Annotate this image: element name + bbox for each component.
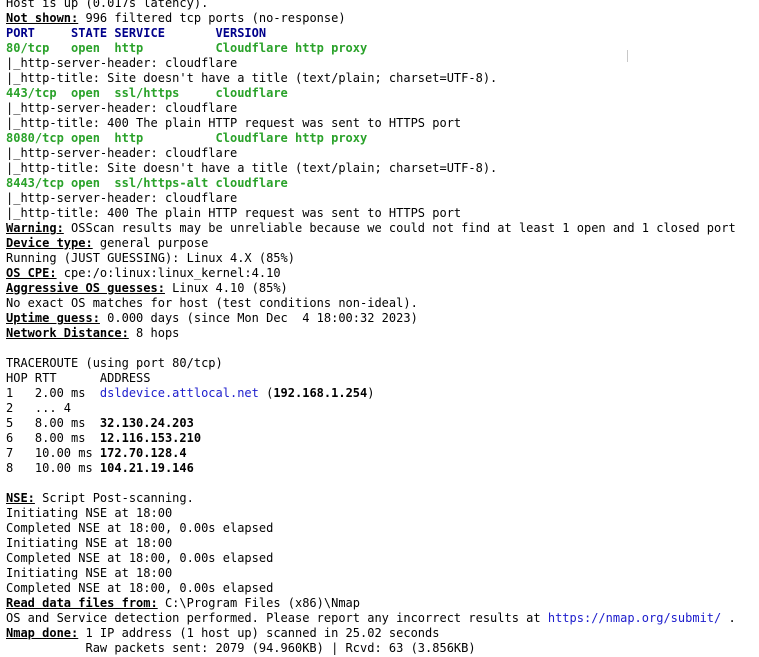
running-line: Running (JUST GUESSING): Linux 4.X (85%) [6, 251, 295, 265]
traceroute-hop: 8 10.00 ms 104.21.19.146 [6, 461, 194, 475]
traceroute-hop: 6 8.00 ms 12.116.153.210 [6, 431, 202, 445]
script-output-line: |_http-title: 400 The plain HTTP request… [6, 206, 462, 220]
nmap-done-label: Nmap done: [6, 626, 79, 640]
port-8443-row: 8443/tcp open ssl/https-alt cloudflare [6, 176, 288, 190]
os-detection-line: OS and Service detection performed. Plea… [6, 611, 736, 625]
nmap-submit-link[interactable]: https://nmap.org/submit/ [548, 611, 721, 625]
nse-status-line: Completed NSE at 18:00, 0.00s elapsed [6, 521, 274, 535]
network-distance-line: Network Distance: 8 hops [6, 326, 180, 340]
script-output-line: |_http-title: Site doesn't have a title … [6, 71, 498, 85]
hop-ip: 172.70.128.4 [99, 446, 187, 460]
script-output-line: |_http-title: Site doesn't have a title … [6, 161, 498, 175]
read-data-label: Read data files from: [6, 596, 158, 610]
os-cpe-line: OS CPE: cpe:/o:linux:linux_kernel:4.10 [6, 266, 281, 280]
text-cursor-icon [627, 50, 628, 62]
nse-status-line: Initiating NSE at 18:00 [6, 506, 173, 520]
nse-status-line: Completed NSE at 18:00, 0.00s elapsed [6, 551, 274, 565]
port-80-version: Cloudflare http proxy [215, 41, 368, 55]
port-table-header: PORT STATE SERVICE VERSION [6, 26, 267, 40]
terminal-output: Host is up (0.017s latency). Not shown: … [6, 0, 756, 656]
traceroute-hop: 5 8.00 ms 32.130.24.203 [6, 416, 194, 430]
no-exact-match-line: No exact OS matches for host (test condi… [6, 296, 418, 310]
script-output-line: |_http-title: 400 The plain HTTP request… [6, 116, 462, 130]
not-shown-label: Not shown: [6, 11, 79, 25]
device-type-label: Device type: [6, 236, 93, 250]
traceroute-header: HOP RTT ADDRESS [6, 371, 151, 385]
port-8080-row: 8080/tcp open http Cloudflare http proxy [6, 131, 368, 145]
host-latency-line: Host is up (0.017s latency). [6, 0, 209, 10]
uptime-label: Uptime guess: [6, 311, 100, 325]
traceroute-hop: 7 10.00 ms 172.70.128.4 [6, 446, 187, 460]
port-443-version: cloudflare [215, 86, 288, 100]
port-8080-version: Cloudflare http proxy [215, 131, 368, 145]
nse-line: NSE: Script Post-scanning. [6, 491, 194, 505]
traceroute-title: TRACEROUTE (using port 80/tcp) [6, 356, 223, 370]
not-shown-line: Not shown: 996 filtered tcp ports (no-re… [6, 11, 346, 25]
nse-label: NSE: [6, 491, 35, 505]
os-cpe-label: OS CPE: [6, 266, 57, 280]
aggressive-os-label: Aggressive OS guesses: [6, 281, 165, 295]
nmap-done-line: Nmap done: 1 IP address (1 host up) scan… [6, 626, 440, 640]
traceroute-hop: 1 2.00 ms dsldevice.attlocal.net (192.16… [6, 386, 375, 400]
traceroute-hop: 2 ... 4 [6, 401, 72, 415]
port-80-row: 80/tcp open http Cloudflare http proxy [6, 41, 368, 55]
raw-packets-line: Raw packets sent: 2079 (94.960KB) | Rcvd… [6, 641, 476, 655]
device-type-line: Device type: general purpose [6, 236, 209, 250]
hop-hostname: dsldevice.attlocal.net [99, 386, 259, 400]
hop-ip: 192.168.1.254 [273, 386, 368, 400]
network-distance-label: Network Distance: [6, 326, 129, 340]
warning-line: Warning: OSScan results may be unreliabl… [6, 221, 736, 235]
script-output-line: |_http-server-header: cloudflare [6, 146, 238, 160]
nse-status-line: Completed NSE at 18:00, 0.00s elapsed [6, 581, 274, 595]
hop-ip: 32.130.24.203 [99, 416, 194, 430]
port-8443-version: cloudflare [215, 176, 288, 190]
script-output-line: |_http-server-header: cloudflare [6, 101, 238, 115]
warning-label: Warning: [6, 221, 64, 235]
hop-ip: 104.21.19.146 [99, 461, 194, 475]
uptime-line: Uptime guess: 0.000 days (since Mon Dec … [6, 311, 418, 325]
nse-status-line: Initiating NSE at 18:00 [6, 566, 173, 580]
port-443-row: 443/tcp open ssl/https cloudflare [6, 86, 288, 100]
aggressive-os-line: Aggressive OS guesses: Linux 4.10 (85%) [6, 281, 288, 295]
read-data-line: Read data files from: C:\Program Files (… [6, 596, 361, 610]
hop-ip: 12.116.153.210 [99, 431, 202, 445]
script-output-line: |_http-server-header: cloudflare [6, 191, 238, 205]
script-output-line: |_http-server-header: cloudflare [6, 56, 238, 70]
nse-status-line: Initiating NSE at 18:00 [6, 536, 173, 550]
